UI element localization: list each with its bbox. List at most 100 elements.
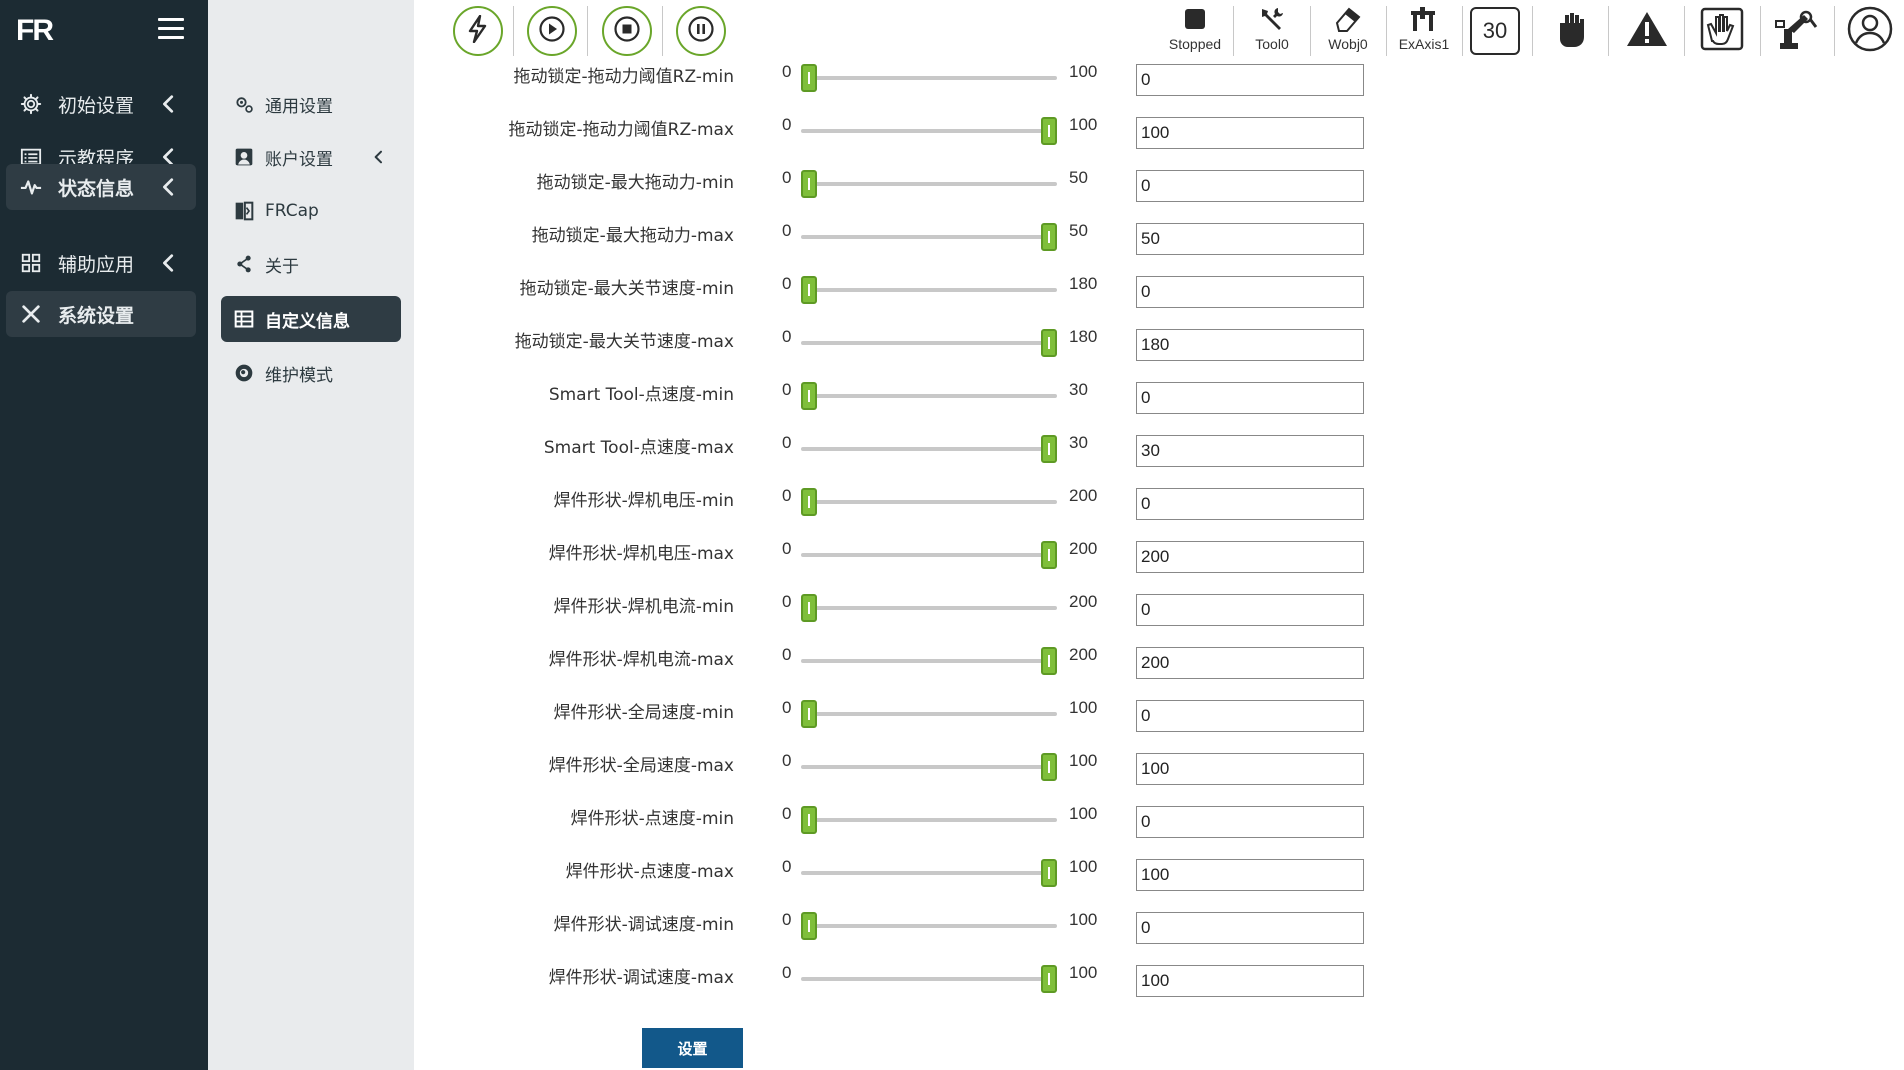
param-value-input[interactable] bbox=[1136, 382, 1364, 414]
slider-handle[interactable] bbox=[801, 912, 817, 940]
slider-handle[interactable] bbox=[801, 276, 817, 304]
param-value-input[interactable] bbox=[1136, 806, 1364, 838]
subnav-item-custom-info[interactable]: 自定义信息 bbox=[221, 296, 401, 342]
exaxis-label: ExAxis1 bbox=[1398, 36, 1450, 52]
hand-box-icon bbox=[1700, 7, 1744, 55]
param-label: Smart Tool-点速度-min bbox=[548, 385, 734, 405]
param-row: 拖动锁定-最大拖动力-max 0 50 bbox=[414, 221, 1514, 261]
param-slider[interactable] bbox=[801, 594, 1057, 622]
param-value-input[interactable] bbox=[1136, 435, 1364, 467]
pause-icon bbox=[688, 16, 714, 46]
param-value-input[interactable] bbox=[1136, 223, 1364, 255]
play-button[interactable] bbox=[527, 6, 577, 56]
param-value-input[interactable] bbox=[1136, 859, 1364, 891]
param-slider[interactable] bbox=[801, 435, 1057, 463]
param-value-input[interactable] bbox=[1136, 965, 1364, 997]
slider-handle[interactable] bbox=[1041, 223, 1057, 251]
param-value-input[interactable] bbox=[1136, 912, 1364, 944]
sidebar-item-system-settings[interactable]: 系统设置 bbox=[6, 291, 196, 337]
robot-state-indicator[interactable]: Stopped bbox=[1158, 4, 1232, 58]
sidebar-item-aux-apps[interactable]: 辅助应用 bbox=[6, 240, 196, 286]
pause-button[interactable] bbox=[676, 6, 726, 56]
slider-handle[interactable] bbox=[1041, 541, 1057, 569]
param-value-input[interactable] bbox=[1136, 647, 1364, 679]
param-slider[interactable] bbox=[801, 329, 1057, 357]
collision-button[interactable] bbox=[1693, 6, 1751, 56]
slider-min-value: 0 bbox=[782, 698, 792, 717]
warning-button[interactable] bbox=[1618, 6, 1676, 56]
tool-selector[interactable]: Tool0 bbox=[1235, 4, 1309, 58]
slider-max-value: 180 bbox=[1069, 274, 1098, 293]
slider-handle[interactable] bbox=[1041, 117, 1057, 145]
chevron-left-icon bbox=[158, 176, 180, 198]
enable-button[interactable] bbox=[453, 6, 503, 56]
sub-sidebar: 通用设置 账户设置 FRCap 关于 自定义信息 维护模式 bbox=[208, 0, 414, 1070]
slider-handle[interactable] bbox=[1041, 435, 1057, 463]
slider-handle[interactable] bbox=[801, 594, 817, 622]
toolbar-divider bbox=[1233, 6, 1234, 56]
chevron-left-icon bbox=[371, 149, 387, 165]
param-value-input[interactable] bbox=[1136, 541, 1364, 573]
param-slider[interactable] bbox=[801, 64, 1057, 92]
user-account-button[interactable] bbox=[1841, 6, 1899, 56]
param-value-input[interactable] bbox=[1136, 170, 1364, 202]
subnav-item-maintenance-mode[interactable]: 维护模式 bbox=[221, 350, 401, 396]
param-slider[interactable] bbox=[801, 859, 1057, 887]
slider-max-value: 100 bbox=[1069, 857, 1098, 876]
hamburger-menu-icon[interactable] bbox=[158, 18, 184, 42]
param-slider[interactable] bbox=[801, 223, 1057, 251]
subnav-item-general-settings[interactable]: 通用设置 bbox=[221, 81, 401, 127]
param-row: 拖动锁定-最大关节速度-min 0 180 bbox=[414, 274, 1514, 314]
slider-handle[interactable] bbox=[1041, 753, 1057, 781]
slider-max-value: 100 bbox=[1069, 804, 1098, 823]
set-button[interactable]: 设置 bbox=[642, 1028, 743, 1068]
param-value-input[interactable] bbox=[1136, 64, 1364, 96]
speed-indicator[interactable]: 30 bbox=[1470, 7, 1520, 55]
param-value-input[interactable] bbox=[1136, 117, 1364, 149]
sidebar-item-label: 状态信息 bbox=[58, 177, 135, 200]
param-value-input[interactable] bbox=[1136, 329, 1364, 361]
param-slider[interactable] bbox=[801, 117, 1057, 145]
slider-handle[interactable] bbox=[801, 382, 817, 410]
param-slider[interactable] bbox=[801, 806, 1057, 834]
param-slider[interactable] bbox=[801, 541, 1057, 569]
param-slider[interactable] bbox=[801, 647, 1057, 675]
slider-handle[interactable] bbox=[801, 488, 817, 516]
wobj-selector[interactable]: Wobj0 bbox=[1311, 4, 1385, 58]
param-value-input[interactable] bbox=[1136, 594, 1364, 626]
custom-info-panel: 拖动锁定-拖动力阈值RZ-min 0 100 拖动锁定-拖动力阈值RZ-max 0 100… bbox=[414, 62, 1904, 1070]
robot-arm-button[interactable] bbox=[1768, 6, 1826, 56]
slider-handle[interactable] bbox=[801, 64, 817, 92]
param-slider[interactable] bbox=[801, 488, 1057, 516]
param-value-input[interactable] bbox=[1136, 753, 1364, 785]
slider-handle[interactable] bbox=[801, 170, 817, 198]
param-slider[interactable] bbox=[801, 700, 1057, 728]
slider-handle[interactable] bbox=[801, 700, 817, 728]
slider-handle[interactable] bbox=[801, 806, 817, 834]
sidebar-item-label: 辅助应用 bbox=[58, 253, 135, 276]
toolbar-divider bbox=[1532, 6, 1533, 56]
stop-button[interactable] bbox=[602, 6, 652, 56]
sidebar-item-status-info[interactable]: 状态信息 bbox=[6, 164, 196, 210]
param-slider[interactable] bbox=[801, 912, 1057, 940]
drag-teach-button[interactable] bbox=[1542, 6, 1600, 56]
subnav-item-frcap[interactable]: FRCap bbox=[221, 188, 401, 234]
exaxis-selector[interactable]: ExAxis1 bbox=[1387, 4, 1461, 58]
param-slider[interactable] bbox=[801, 276, 1057, 304]
slider-handle[interactable] bbox=[1041, 329, 1057, 357]
slider-handle[interactable] bbox=[1041, 859, 1057, 887]
param-slider[interactable] bbox=[801, 965, 1057, 993]
slider-min-value: 0 bbox=[782, 910, 792, 929]
param-slider[interactable] bbox=[801, 753, 1057, 781]
subnav-item-account-settings[interactable]: 账户设置 bbox=[221, 134, 401, 180]
param-value-input[interactable] bbox=[1136, 276, 1364, 308]
param-value-input[interactable] bbox=[1136, 700, 1364, 732]
sidebar-item-initial-settings[interactable]: 初始设置 bbox=[6, 81, 196, 127]
subnav-item-about[interactable]: 关于 bbox=[221, 241, 401, 287]
param-slider[interactable] bbox=[801, 170, 1057, 198]
ex-axis-icon bbox=[1409, 4, 1439, 34]
slider-handle[interactable] bbox=[1041, 647, 1057, 675]
param-slider[interactable] bbox=[801, 382, 1057, 410]
slider-handle[interactable] bbox=[1041, 965, 1057, 993]
param-value-input[interactable] bbox=[1136, 488, 1364, 520]
